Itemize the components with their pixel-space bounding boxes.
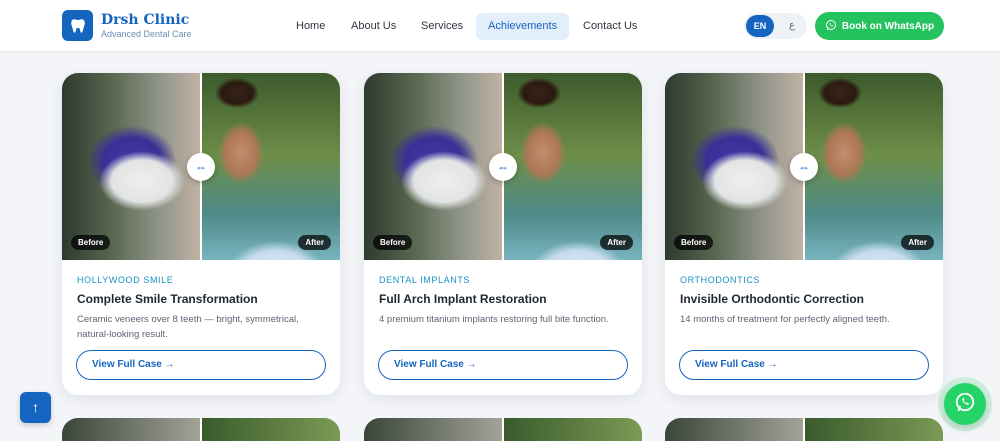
tooth-icon[interactable] xyxy=(62,10,93,41)
after-badge: After xyxy=(298,235,331,250)
after-image xyxy=(503,73,642,260)
case-category: ORTHODONTICS xyxy=(680,275,761,285)
nav-services[interactable]: Services xyxy=(409,13,475,40)
case-category: HOLLYWOOD SMILE xyxy=(77,275,174,285)
case-title: Full Arch Implant Restoration xyxy=(379,292,547,306)
case-category: DENTAL IMPLANTS xyxy=(379,275,471,285)
before-image xyxy=(62,418,201,441)
before-badge: Before xyxy=(373,235,413,250)
slider-divider xyxy=(502,418,504,441)
arrow-up-icon: ↑ xyxy=(32,399,39,415)
case-description: 4 premium titanium implants restoring fu… xyxy=(379,314,609,325)
case-card-preview[interactable] xyxy=(62,418,340,441)
view-full-case-button[interactable]: View Full Case → xyxy=(378,350,628,380)
nav-about-us[interactable]: About Us xyxy=(339,13,408,40)
book-whatsapp-button[interactable]: Book on WhatsApp xyxy=(815,12,944,40)
case-card-preview[interactable] xyxy=(665,418,943,441)
case-description: 14 months of treatment for perfectly ali… xyxy=(680,314,890,325)
after-image xyxy=(201,418,340,441)
after-image xyxy=(201,73,340,260)
before-image xyxy=(364,418,503,441)
slider-handle-icon[interactable]: ⇔ xyxy=(790,153,818,181)
lang-ar-button[interactable]: ع xyxy=(780,15,804,37)
brand-name[interactable]: Drsh Clinic xyxy=(101,12,189,28)
before-after-slider[interactable]: ⇔ Before After xyxy=(62,73,340,260)
whatsapp-floating-button[interactable] xyxy=(944,383,986,425)
top-navbar: Drsh Clinic Advanced Dental Care Home Ab… xyxy=(0,0,1000,51)
scroll-to-top-button[interactable]: ↑ xyxy=(20,392,51,423)
slider-handle-icon[interactable]: ⇔ xyxy=(187,153,215,181)
whatsapp-icon xyxy=(954,391,976,418)
after-image xyxy=(503,418,642,441)
case-card-preview[interactable] xyxy=(364,418,642,441)
book-whatsapp-label: Book on WhatsApp xyxy=(841,20,935,32)
case-title: Complete Smile Transformation xyxy=(77,292,258,306)
case-card: ⇔ Before After DENTAL IMPLANTS Full Arch… xyxy=(364,73,642,395)
brand-tagline: Advanced Dental Care xyxy=(101,29,192,39)
slider-divider xyxy=(200,418,202,441)
after-image xyxy=(804,73,943,260)
slider-divider xyxy=(803,418,805,441)
case-card: ⇔ Before After HOLLYWOOD SMILE Complete … xyxy=(62,73,340,395)
case-description: Ceramic veneers over 8 teeth — bright, s… xyxy=(77,314,299,340)
language-switcher: EN ع xyxy=(744,13,807,39)
before-badge: Before xyxy=(674,235,714,250)
before-after-slider[interactable]: ⇔ Before After xyxy=(364,73,642,260)
after-image xyxy=(804,418,943,441)
view-full-case-button[interactable]: View Full Case → xyxy=(679,350,929,380)
case-card: ⇔ Before After ORTHODONTICS Invisible Or… xyxy=(665,73,943,395)
whatsapp-icon xyxy=(825,19,837,34)
after-badge: After xyxy=(901,235,934,250)
before-badge: Before xyxy=(71,235,111,250)
before-after-slider[interactable]: ⇔ Before After xyxy=(665,73,943,260)
before-image xyxy=(665,418,804,441)
view-full-case-button[interactable]: View Full Case → xyxy=(76,350,326,380)
before-image xyxy=(364,73,503,260)
lang-en-button[interactable]: EN xyxy=(746,15,774,37)
after-badge: After xyxy=(600,235,633,250)
nav-achievements[interactable]: Achievements xyxy=(476,13,570,40)
slider-handle-icon[interactable]: ⇔ xyxy=(489,153,517,181)
before-image xyxy=(665,73,804,260)
before-image xyxy=(62,73,201,260)
nav-contact-us[interactable]: Contact Us xyxy=(571,13,649,40)
nav-home[interactable]: Home xyxy=(284,13,337,40)
case-title: Invisible Orthodontic Correction xyxy=(680,292,865,306)
